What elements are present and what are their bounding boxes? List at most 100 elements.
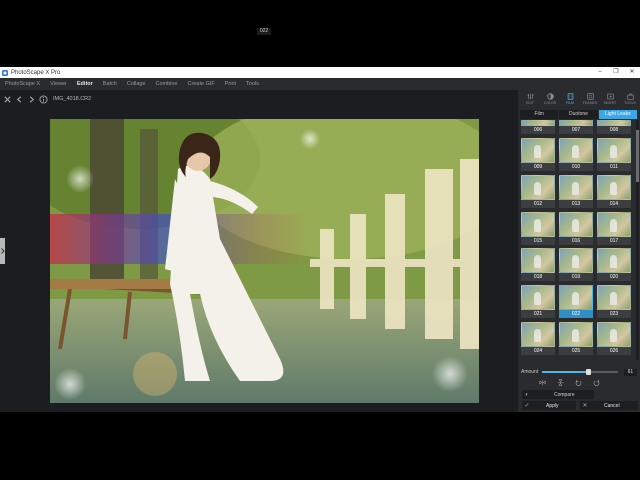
thumbnail-preview [559,248,593,274]
tool-insert[interactable]: INSERT [600,90,620,108]
insert-icon [606,93,614,100]
frame-icon [586,93,594,100]
menu-combine[interactable]: Combine [151,78,183,90]
thumbnail-preview [597,285,631,311]
tab-light-leaks[interactable]: Light Leaks [598,110,637,119]
menu-editor[interactable]: Editor [72,78,98,90]
maximize-button[interactable]: ❐ [608,67,624,78]
back-arrow-icon[interactable] [15,95,24,104]
amount-slider-knob[interactable] [586,369,592,375]
tool-edit[interactable]: EDIT [520,90,540,108]
thumbnail-label: 010 [559,162,593,171]
tab-duotone[interactable]: Duotone [559,110,598,119]
tool-color[interactable]: COLOR [540,90,560,108]
filter-thumbnail[interactable]: 010 [559,137,593,171]
filter-thumbnail[interactable]: 014 [597,174,631,208]
file-bar: IMG_4018.CR2 [0,90,518,108]
thumbnail-label: 013 [559,199,593,208]
filter-thumbnail[interactable]: 018 [521,248,555,282]
thumbnail-preview [597,211,631,237]
filter-thumbnail[interactable]: 021 [521,285,555,319]
amount-slider[interactable] [542,369,618,375]
filter-thumbnail[interactable]: 019 [559,248,593,282]
amount-label: Amount [521,369,539,375]
thumbnail-label: 023 [597,310,631,319]
apply-button[interactable]: ✓ Apply [522,401,576,410]
filter-thumbnail[interactable]: 017 [597,211,631,245]
filter-thumbnail[interactable]: 024 [521,322,555,356]
thumbnail-preview [559,211,593,237]
thumbnail-label: 020 [597,273,631,282]
thumbnail-preview [559,137,593,163]
flip-vertical-icon[interactable] [556,378,564,386]
menu-batch[interactable]: Batch [98,78,122,90]
close-button[interactable]: ✕ [624,67,640,78]
filter-thumbnail[interactable]: 008 [597,120,631,134]
filter-thumbnail[interactable]: 023 [597,285,631,319]
window-title: PhotoScape X Pro [11,69,61,76]
thumbnail-scrollbar[interactable] [636,120,639,360]
rotate-right-icon[interactable] [592,378,600,386]
photo-canvas[interactable] [50,119,479,403]
filter-thumbnail[interactable]: 011 [597,137,631,171]
menu-viewer[interactable]: Viewer [45,78,72,90]
thumbnail-label: 011 [597,162,631,171]
thumbnail-label: 022 [559,310,593,319]
thumbnail-preview [597,120,631,126]
menu-tools[interactable]: Tools [241,78,264,90]
info-icon[interactable] [39,94,48,104]
filter-thumbnail[interactable]: 026 [597,322,631,356]
tool-tabs: EDIT COLOR FILM FRAMES INSERT TOOLS [518,90,640,108]
amount-control: Amount 61 [521,368,637,376]
thumbnail-preview [521,322,555,348]
filter-thumbnail[interactable]: 025 [559,322,593,356]
minimize-button[interactable]: – [592,67,608,78]
amount-value[interactable]: 61 [623,368,637,376]
thumbnail-label: 025 [559,347,593,356]
rotate-left-icon[interactable] [574,378,582,386]
menu-print[interactable]: Print [220,78,241,90]
tab-film[interactable]: Film [520,110,559,119]
thumbnail-preview [521,211,555,237]
forward-arrow-icon[interactable] [27,95,36,104]
filter-thumbnail[interactable]: 009 [521,137,555,171]
thumbnail-preview [521,285,555,311]
tool-film[interactable]: FILM [560,90,580,108]
cancel-button[interactable]: ✕ Cancel [580,401,638,410]
filter-thumbnail[interactable]: 022 [559,285,593,319]
filter-thumbnail[interactable]: 012 [521,174,555,208]
color-circle-icon [546,93,554,100]
filter-thumbnail[interactable]: 006 [521,120,555,134]
scrollbar-thumb[interactable] [636,130,639,182]
thumbnail-preview [559,322,593,348]
filter-thumbnail[interactable]: 016 [559,211,593,245]
filter-panel: EDIT COLOR FILM FRAMES INSERT TOOLS Film… [518,90,640,412]
filter-thumbnail[interactable]: 015 [521,211,555,245]
flip-horizontal-icon[interactable] [538,378,546,386]
filter-thumbnail[interactable]: 013 [559,174,593,208]
zoom-level: 022 [257,28,271,35]
filter-thumbnail[interactable]: 007 [559,120,593,134]
close-file-icon[interactable] [3,95,12,104]
film-icon [567,93,573,100]
amount-slider-fill [542,371,589,373]
thumbnail-label: 024 [521,347,555,356]
chevron-right-icon [0,248,5,254]
menu-create-gif[interactable]: Create GIF [183,78,220,90]
photo-image [50,119,479,403]
thumbnail-preview [521,248,555,274]
toolbox-icon [626,93,634,100]
filter-thumbnail[interactable]: 020 [597,248,631,282]
tool-tools[interactable]: TOOLS [620,90,640,108]
main-menu: PhotoScape X Viewer Editor Batch Collage… [0,78,640,90]
menu-photoscape-x[interactable]: PhotoScape X [0,78,45,90]
thumbnail-label: 019 [559,273,593,282]
collapse-left-panel-handle[interactable] [0,238,5,264]
compare-button[interactable]: ◐ Compare [522,390,594,399]
tool-frames[interactable]: FRAMES [580,90,600,108]
thumbnail-preview [521,174,555,200]
thumbnail-preview [597,248,631,274]
menu-collage[interactable]: Collage [122,78,151,90]
film-tabs: Film Duotone Light Leaks [520,110,638,119]
window-controls: – ❐ ✕ [592,67,640,78]
